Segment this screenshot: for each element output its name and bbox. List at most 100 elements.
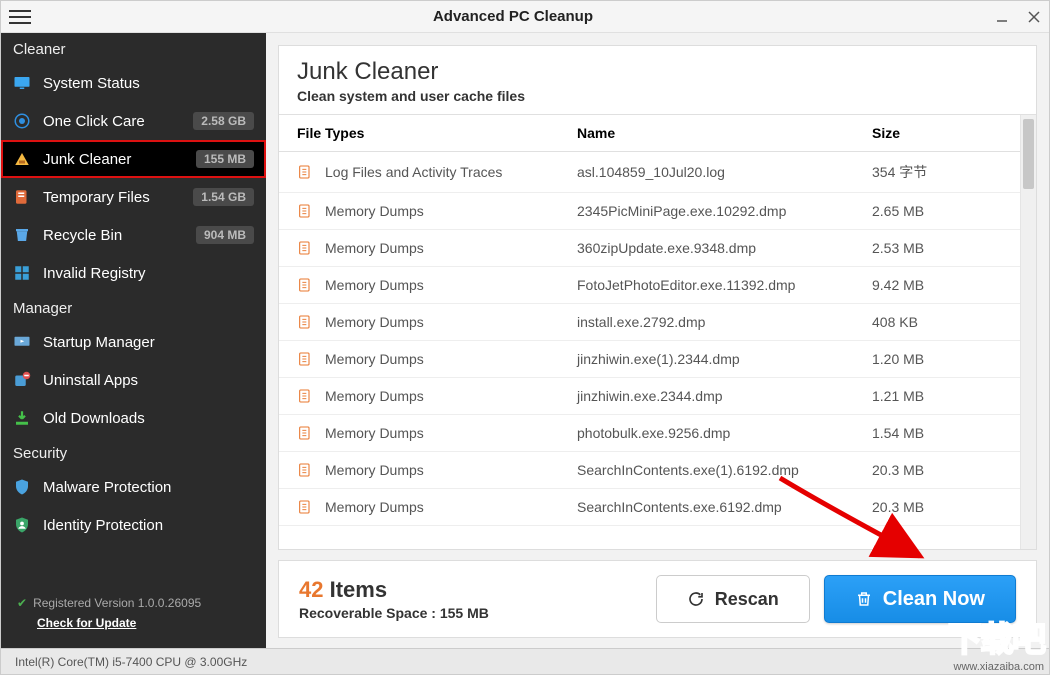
- file-icon: [297, 277, 325, 293]
- item-count: 42 Items: [299, 577, 642, 603]
- shield-icon: [13, 478, 31, 496]
- sidebar-section-title: Security: [1, 437, 266, 468]
- trash-icon: [855, 589, 873, 609]
- table-row[interactable]: Memory DumpsFotoJetPhotoEditor.exe.11392…: [279, 267, 1020, 304]
- cell-file-size: 1.21 MB: [872, 388, 1002, 404]
- cell-file-type: Memory Dumps: [325, 425, 577, 441]
- file-icon: [297, 499, 325, 515]
- sidebar-item-temporary-files[interactable]: Temporary Files 1.54 GB: [1, 178, 266, 216]
- titlebar: Advanced PC Cleanup: [1, 1, 1049, 33]
- sidebar: CleanerSystem StatusOne Click Care2.58 G…: [1, 33, 266, 648]
- sidebar-item-one-click-care[interactable]: One Click Care2.58 GB: [1, 102, 266, 140]
- sidebar-item-recycle-bin[interactable]: Recycle Bin904 MB: [1, 216, 266, 254]
- sidebar-item-badge: 1.54 GB: [193, 188, 254, 206]
- table-row[interactable]: Memory Dumpsjinzhiwin.exe.2344.dmp1.21 M…: [279, 378, 1020, 415]
- cell-file-size: 9.42 MB: [872, 277, 1002, 293]
- cell-file-size: 408 KB: [872, 314, 1002, 330]
- sidebar-item-label: Junk Cleaner: [43, 151, 184, 168]
- item-count-label: Items: [330, 577, 387, 602]
- sidebar-item-label: Invalid Registry: [43, 265, 254, 282]
- startup-icon: [13, 333, 31, 351]
- table-row[interactable]: Memory Dumpsjinzhiwin.exe(1).2344.dmp1.2…: [279, 341, 1020, 378]
- page-header: Junk Cleaner Clean system and user cache…: [279, 46, 1036, 114]
- file-icon: [297, 351, 325, 367]
- check-update-link[interactable]: Check for Update: [37, 616, 250, 630]
- sidebar-item-malware-protection[interactable]: Malware Protection: [1, 468, 266, 506]
- scrollbar[interactable]: [1020, 115, 1036, 549]
- table-row[interactable]: Memory Dumpsinstall.exe.2792.dmp408 KB: [279, 304, 1020, 341]
- col-header-size[interactable]: Size: [872, 125, 1002, 141]
- cell-file-size: 2.53 MB: [872, 240, 1002, 256]
- cell-file-name: jinzhiwin.exe.2344.dmp: [577, 388, 872, 404]
- file-icon: [297, 425, 325, 441]
- action-bar: 42 Items Recoverable Space : 155 MB Resc…: [278, 560, 1037, 638]
- sidebar-item-label: Temporary Files: [43, 189, 181, 206]
- cell-file-name: jinzhiwin.exe(1).2344.dmp: [577, 351, 872, 367]
- cell-file-size: 20.3 MB: [872, 462, 1002, 478]
- app-title: Advanced PC Cleanup: [31, 8, 995, 25]
- table-row[interactable]: Memory DumpsSearchInContents.exe.6192.dm…: [279, 489, 1020, 526]
- cell-file-name: 2345PicMiniPage.exe.10292.dmp: [577, 203, 872, 219]
- table-row[interactable]: Memory DumpsSearchInContents.exe(1).6192…: [279, 452, 1020, 489]
- sidebar-item-label: Identity Protection: [43, 517, 254, 534]
- uninstall-icon: [13, 371, 31, 389]
- file-icon: [297, 203, 325, 219]
- col-header-type[interactable]: File Types: [297, 125, 577, 141]
- cpu-info: Intel(R) Core(TM) i5-7400 CPU @ 3.00GHz: [15, 655, 247, 669]
- cell-file-size: 1.20 MB: [872, 351, 1002, 367]
- scrollbar-thumb[interactable]: [1023, 119, 1034, 189]
- sidebar-item-junk-cleaner[interactable]: Junk Cleaner155 MB: [1, 140, 266, 178]
- app-window: Advanced PC Cleanup CleanerSystem Status…: [0, 0, 1050, 675]
- sidebar-item-old-downloads[interactable]: Old Downloads: [1, 399, 266, 437]
- file-icon: [297, 240, 325, 256]
- junk-icon: [13, 150, 31, 168]
- rescan-button[interactable]: Rescan: [656, 575, 810, 623]
- content-card: Junk Cleaner Clean system and user cache…: [278, 45, 1037, 550]
- recoverable-space: Recoverable Space : 155 MB: [299, 605, 642, 621]
- identity-icon: [13, 516, 31, 534]
- sidebar-item-label: Uninstall Apps: [43, 372, 254, 389]
- sidebar-item-identity-protection[interactable]: Identity Protection: [1, 506, 266, 544]
- check-icon: ✔: [17, 596, 27, 610]
- table-row[interactable]: Memory Dumpsphotobulk.exe.9256.dmp1.54 M…: [279, 415, 1020, 452]
- table-header: File Types Name Size: [279, 115, 1020, 152]
- bin-icon: [13, 226, 31, 244]
- table-row[interactable]: Memory Dumps2345PicMiniPage.exe.10292.dm…: [279, 193, 1020, 230]
- sidebar-item-uninstall-apps[interactable]: Uninstall Apps: [1, 361, 266, 399]
- minimize-button[interactable]: [995, 10, 1009, 24]
- page-title: Junk Cleaner: [297, 58, 1018, 86]
- file-icon: [297, 314, 325, 330]
- cell-file-size: 20.3 MB: [872, 499, 1002, 515]
- monitor-icon: [13, 74, 31, 92]
- cell-file-size: 354 字节: [872, 162, 1002, 182]
- file-icon: [297, 388, 325, 404]
- cell-file-type: Memory Dumps: [325, 203, 577, 219]
- clean-now-button[interactable]: Clean Now: [824, 575, 1016, 623]
- clean-label: Clean Now: [883, 588, 985, 611]
- sidebar-item-system-status[interactable]: System Status: [1, 64, 266, 102]
- sidebar-item-label: Malware Protection: [43, 479, 254, 496]
- sidebar-item-label: Startup Manager: [43, 334, 254, 351]
- sidebar-item-startup-manager[interactable]: Startup Manager: [1, 323, 266, 361]
- cell-file-size: 1.54 MB: [872, 425, 1002, 441]
- hamburger-menu-icon[interactable]: [9, 6, 31, 28]
- window-controls: [995, 10, 1041, 24]
- cell-file-type: Memory Dumps: [325, 277, 577, 293]
- sidebar-item-invalid-registry[interactable]: Invalid Registry: [1, 254, 266, 292]
- cell-file-type: Log Files and Activity Traces: [325, 164, 577, 180]
- registry-icon: [13, 264, 31, 282]
- table-row[interactable]: Log Files and Activity Tracesasl.104859_…: [279, 152, 1020, 193]
- refresh-icon: [687, 590, 705, 608]
- cell-file-type: Memory Dumps: [325, 314, 577, 330]
- summary: 42 Items Recoverable Space : 155 MB: [299, 577, 642, 621]
- cell-file-name: SearchInContents.exe(1).6192.dmp: [577, 462, 872, 478]
- cell-file-name: SearchInContents.exe.6192.dmp: [577, 499, 872, 515]
- cell-file-type: Memory Dumps: [325, 351, 577, 367]
- item-count-number: 42: [299, 577, 323, 602]
- file-icon: [297, 462, 325, 478]
- table-row[interactable]: Memory Dumps360zipUpdate.exe.9348.dmp2.5…: [279, 230, 1020, 267]
- col-header-name[interactable]: Name: [577, 125, 872, 141]
- statusbar: Intel(R) Core(TM) i5-7400 CPU @ 3.00GHz: [1, 648, 1049, 674]
- main-panel: Junk Cleaner Clean system and user cache…: [266, 33, 1049, 648]
- close-button[interactable]: [1027, 10, 1041, 24]
